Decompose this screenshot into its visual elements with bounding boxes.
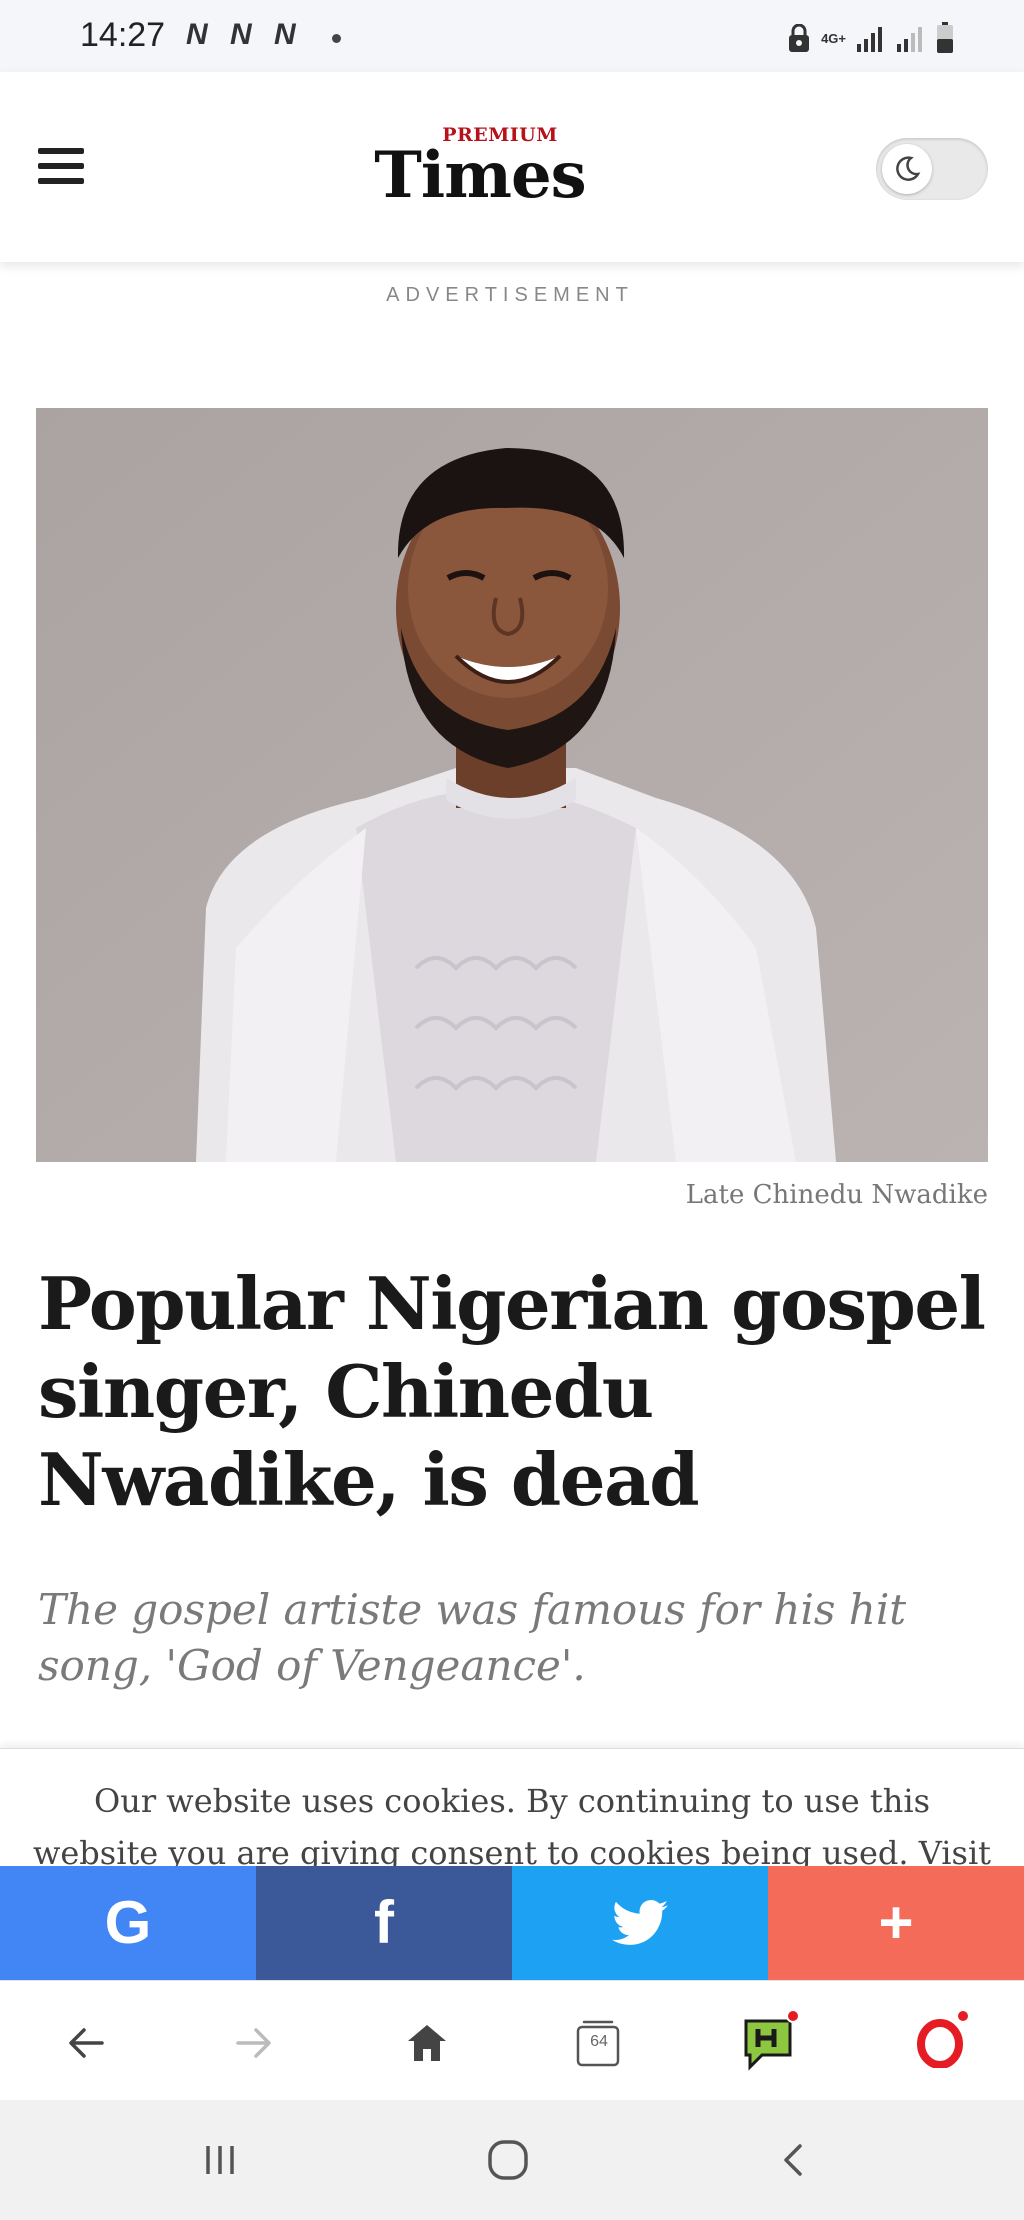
forward-arrow-icon <box>236 2028 271 2058</box>
cookie-notice-text: Our website uses cookies. By continuing … <box>32 1782 992 1868</box>
toggle-knob <box>882 144 932 194</box>
advertisement-label: ADVERTISEMENT <box>386 284 634 306</box>
network-type-label: 4G+ <box>821 31 846 46</box>
status-bar: 14:27 N N N 4G+ <box>0 0 1024 72</box>
logo-times-text: Times <box>374 138 586 213</box>
image-caption: Late Chinedu Nwadike <box>685 1180 988 1210</box>
dark-mode-toggle[interactable] <box>876 138 988 200</box>
system-navigation-bar <box>0 2100 1024 2220</box>
opera-icon <box>917 2019 963 2068</box>
system-home-button[interactable] <box>468 2130 548 2190</box>
signal-strength-icon <box>857 27 882 52</box>
status-time: 14:27 <box>80 16 166 54</box>
browser-forward-button[interactable] <box>222 2011 286 2075</box>
moon-icon <box>896 156 921 181</box>
carrier-n-icon: N <box>230 18 253 51</box>
site-header: PREMIUM Times <box>0 72 1024 262</box>
share-facebook-button[interactable]: f <box>256 1866 512 1980</box>
browser-toolbar: 64 <box>0 1980 1024 2100</box>
carrier-n-icon: N <box>274 18 297 51</box>
article-headline: Popular Nigerian gospel singer, Chinedu … <box>38 1261 986 1522</box>
browser-tabs-button[interactable]: 64 <box>566 2011 630 2075</box>
news-hub-icon <box>744 2019 792 2071</box>
share-more-button[interactable]: + <box>768 1866 1024 1980</box>
signal-strength-icon <box>897 27 922 52</box>
twitter-icon <box>612 1899 668 1945</box>
cookie-notice: Our website uses cookies. By continuing … <box>0 1748 1024 1868</box>
recent-apps-icon <box>206 2146 234 2174</box>
news-hub-button[interactable] <box>736 2009 800 2075</box>
carrier-n-icon: N <box>186 18 209 51</box>
share-google-button[interactable]: G <box>0 1866 256 1980</box>
home-icon <box>408 2025 446 2061</box>
alarm-lock-icon <box>789 24 810 52</box>
article-hero-image[interactable] <box>36 408 988 1162</box>
system-back-button[interactable] <box>754 2130 834 2190</box>
browser-home-button[interactable] <box>395 2011 459 2075</box>
back-arrow-icon <box>69 2028 104 2058</box>
google-icon: G <box>104 1889 152 1956</box>
notification-badge-dot <box>956 2009 970 2023</box>
browser-back-button[interactable] <box>54 2011 118 2075</box>
site-logo[interactable]: PREMIUM Times <box>355 124 605 214</box>
hamburger-menu-icon[interactable] <box>38 148 84 184</box>
back-chevron-icon <box>784 2144 802 2176</box>
status-indicators: 4G+ <box>787 18 954 54</box>
plus-icon: + <box>878 1889 914 1956</box>
recent-apps-button[interactable] <box>180 2130 260 2190</box>
tab-count-badge: 64 <box>590 2033 608 2050</box>
facebook-icon: f <box>374 1889 394 1956</box>
article-subtitle: The gospel artiste was famous for his hi… <box>38 1585 907 1690</box>
social-share-bar: G f + <box>0 1866 1024 1980</box>
portrait-photo <box>36 408 988 1162</box>
home-circle-icon <box>488 2140 528 2180</box>
battery-icon <box>937 22 953 53</box>
notification-badge-dot <box>786 2009 800 2023</box>
share-twitter-button[interactable] <box>512 1866 768 1980</box>
notification-dot-icon <box>332 34 341 43</box>
opera-menu-button[interactable] <box>908 2009 972 2075</box>
